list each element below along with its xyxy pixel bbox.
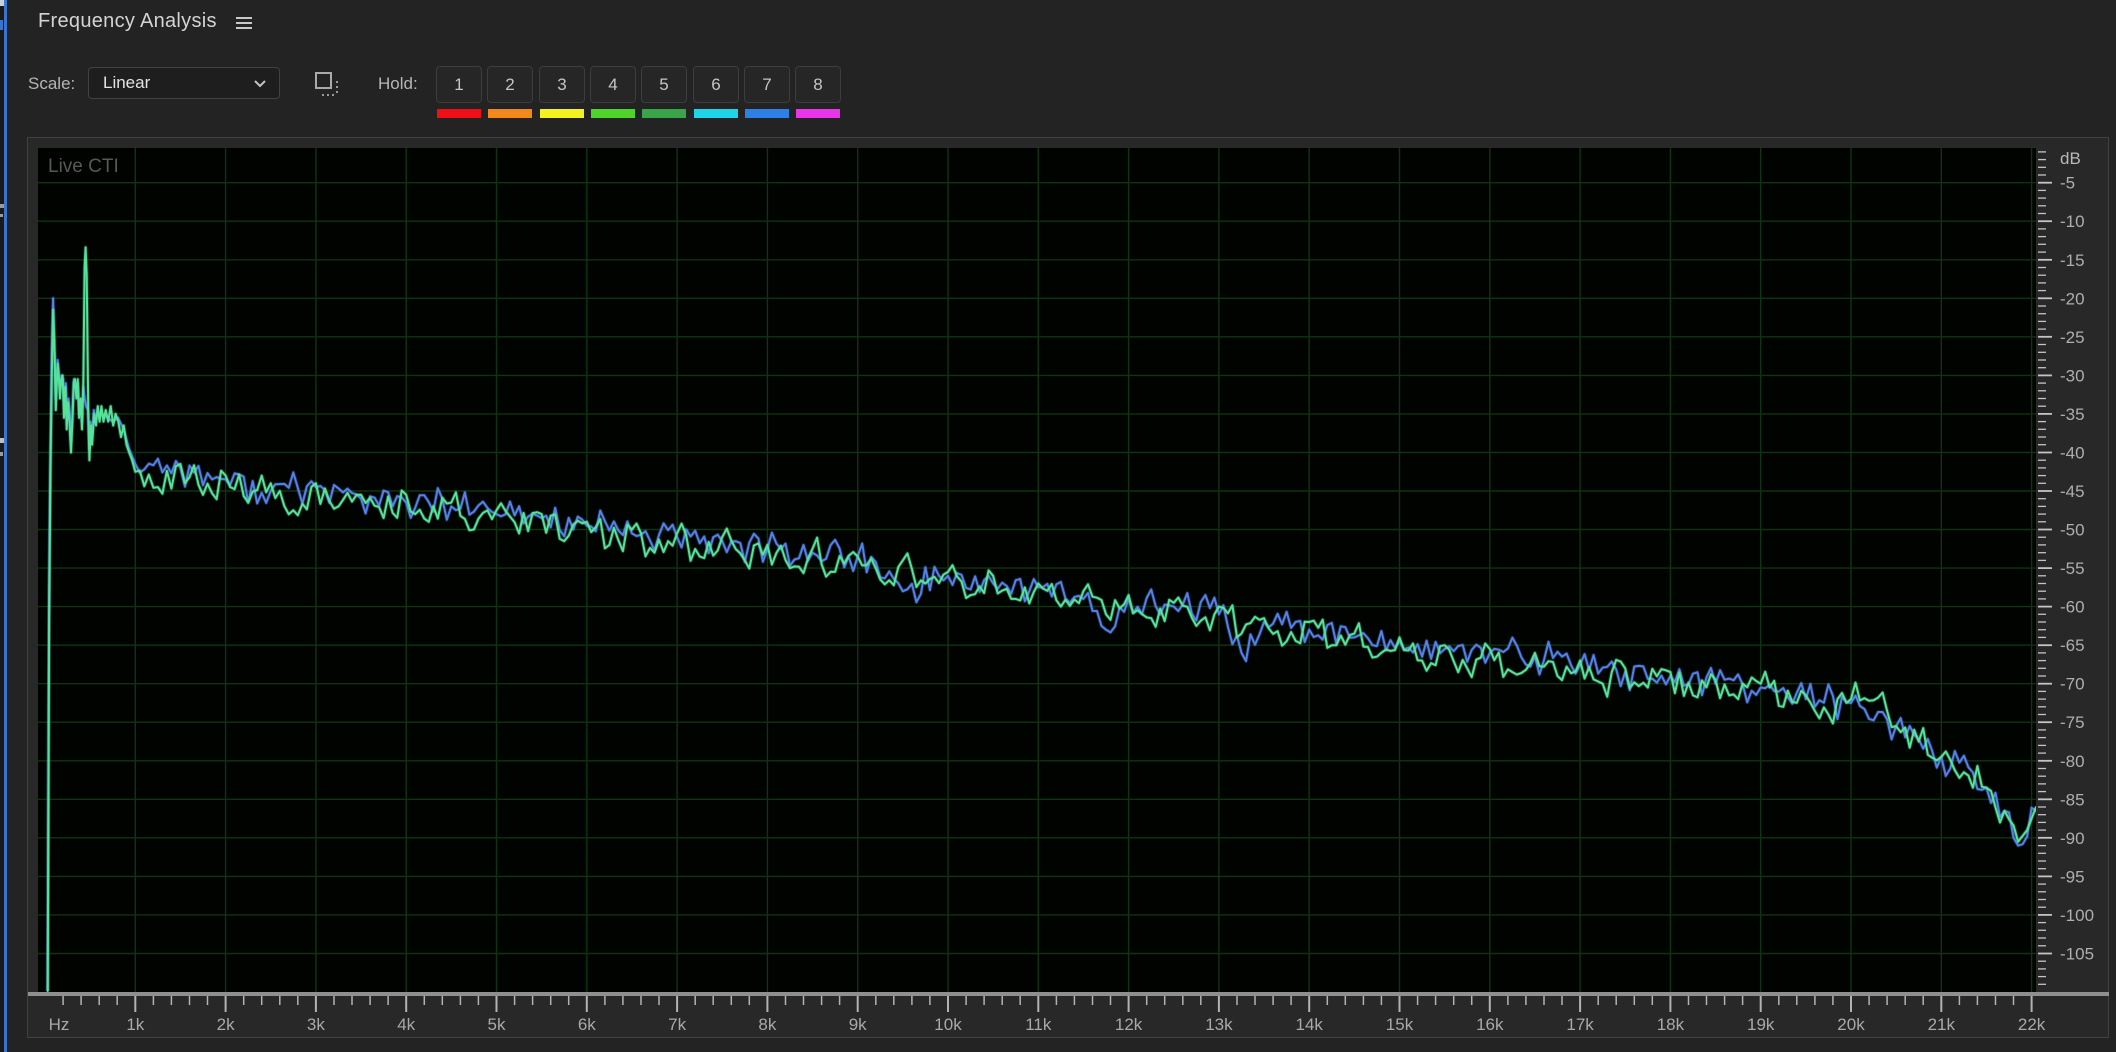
- svg-text:-30: -30: [2060, 366, 2085, 385]
- svg-text:14k: 14k: [1295, 1015, 1323, 1034]
- scale-dropdown-value: Linear: [103, 73, 253, 93]
- hold-color-swatch-3: [540, 109, 584, 118]
- svg-text:7k: 7k: [668, 1015, 686, 1034]
- svg-text:6k: 6k: [578, 1015, 596, 1034]
- panel-title: Frequency Analysis: [38, 10, 217, 33]
- svg-text:3k: 3k: [307, 1015, 325, 1034]
- chevron-down-icon: [253, 79, 267, 88]
- svg-text:2k: 2k: [217, 1015, 235, 1034]
- svg-text:-25: -25: [2060, 328, 2085, 347]
- hold-color-swatch-8: [796, 109, 840, 118]
- svg-text:dB: dB: [2060, 149, 2081, 168]
- frequency-ruler[interactable]: Hz 1k 2k 3k 4k 5k 6k 7k 8k 9k 10k 11k 12k 13k 14k 15k 16…: [28, 992, 2109, 1037]
- svg-text:-55: -55: [2060, 559, 2085, 578]
- svg-text:4k: 4k: [397, 1015, 415, 1034]
- svg-text:13k: 13k: [1205, 1015, 1233, 1034]
- svg-text:5k: 5k: [488, 1015, 506, 1034]
- hold-button-8[interactable]: 8: [795, 66, 841, 103]
- svg-text:10k: 10k: [934, 1015, 962, 1034]
- frequency-analysis-panel: Frequency Analysis Scale: Linear Hold: 1…: [0, 0, 2116, 1052]
- live-cti-label: Live CTI: [48, 156, 119, 178]
- svg-text:-80: -80: [2060, 752, 2085, 771]
- db-ruler[interactable]: dB -5 -10 -15 -20 -25 -30 -35 -40 -45 -50 -55 -60 -65…: [2036, 148, 2114, 994]
- hold-button-7[interactable]: 7: [744, 66, 790, 103]
- hold-color-swatch-5: [642, 109, 686, 118]
- svg-text:-10: -10: [2060, 212, 2085, 231]
- spectrum-plot[interactable]: [38, 148, 2036, 992]
- svg-text:21k: 21k: [1928, 1015, 1956, 1034]
- svg-text:-60: -60: [2060, 598, 2085, 617]
- svg-text:11k: 11k: [1025, 1015, 1052, 1034]
- scale-label: Scale:: [28, 74, 75, 94]
- svg-text:20k: 20k: [1837, 1015, 1865, 1034]
- svg-text:19k: 19k: [1747, 1015, 1775, 1034]
- svg-text:-50: -50: [2060, 521, 2085, 540]
- svg-text:18k: 18k: [1657, 1015, 1685, 1034]
- svg-text:22k: 22k: [2018, 1015, 2046, 1034]
- svg-text:-90: -90: [2060, 829, 2085, 848]
- svg-text:9k: 9k: [849, 1015, 867, 1034]
- svg-text:Hz: Hz: [49, 1015, 70, 1034]
- svg-text:-95: -95: [2060, 867, 2085, 886]
- hold-color-swatch-1: [437, 109, 481, 118]
- scan-selection-icon[interactable]: [314, 69, 342, 101]
- hold-color-swatch-6: [694, 109, 738, 118]
- svg-text:-35: -35: [2060, 405, 2085, 424]
- svg-text:12k: 12k: [1115, 1015, 1143, 1034]
- svg-text:-105: -105: [2060, 945, 2094, 964]
- hold-color-swatch-4: [591, 109, 635, 118]
- hold-button-3[interactable]: 3: [539, 66, 585, 103]
- svg-text:-45: -45: [2060, 482, 2085, 501]
- hold-color-swatch-7: [745, 109, 789, 118]
- svg-text:-65: -65: [2060, 636, 2085, 655]
- hold-color-swatch-2: [488, 109, 532, 118]
- svg-text:15k: 15k: [1386, 1015, 1414, 1034]
- hold-label: Hold:: [378, 74, 418, 94]
- scale-dropdown[interactable]: Linear: [88, 67, 280, 99]
- svg-text:17k: 17k: [1566, 1015, 1594, 1034]
- hold-button-1[interactable]: 1: [436, 66, 482, 103]
- panel-menu-icon[interactable]: [236, 14, 254, 32]
- panel-divider[interactable]: [4, 0, 7, 1052]
- svg-text:8k: 8k: [758, 1015, 776, 1034]
- svg-text:-15: -15: [2060, 251, 2085, 270]
- hold-button-4[interactable]: 4: [590, 66, 636, 103]
- svg-text:1k: 1k: [126, 1015, 144, 1034]
- hold-button-5[interactable]: 5: [641, 66, 687, 103]
- svg-text:-5: -5: [2060, 174, 2075, 193]
- svg-text:-40: -40: [2060, 444, 2085, 463]
- hold-button-6[interactable]: 6: [693, 66, 739, 103]
- svg-text:-85: -85: [2060, 790, 2085, 809]
- svg-text:-20: -20: [2060, 289, 2085, 308]
- svg-text:-75: -75: [2060, 713, 2085, 732]
- svg-text:-70: -70: [2060, 675, 2085, 694]
- svg-text:-100: -100: [2060, 906, 2094, 925]
- svg-text:16k: 16k: [1476, 1015, 1504, 1034]
- hold-button-2[interactable]: 2: [487, 66, 533, 103]
